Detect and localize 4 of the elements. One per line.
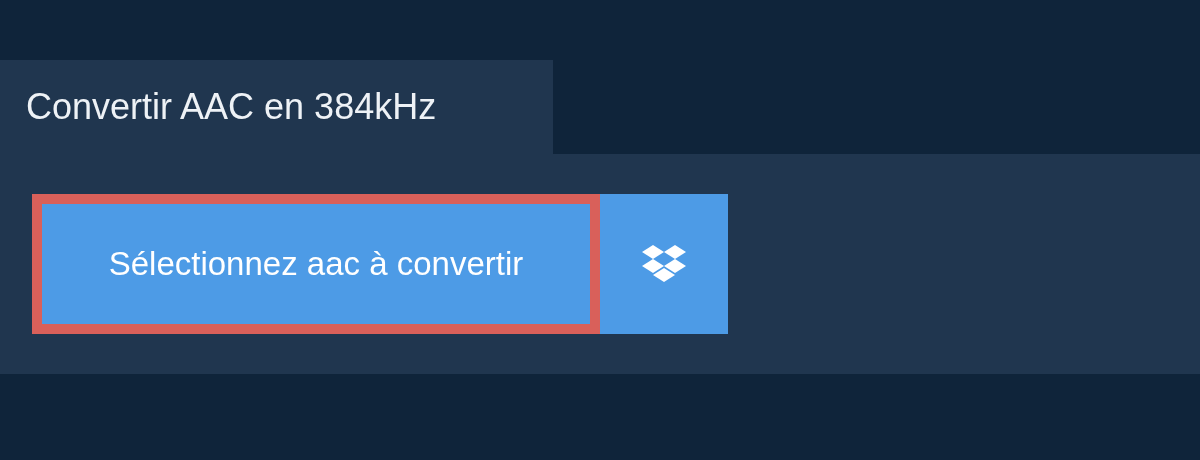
dropbox-button[interactable] [600,194,728,334]
page-title: Convertir AAC en 384kHz [26,86,437,128]
dropbox-icon [642,245,686,283]
select-file-button[interactable]: Sélectionnez aac à convertir [32,194,600,334]
